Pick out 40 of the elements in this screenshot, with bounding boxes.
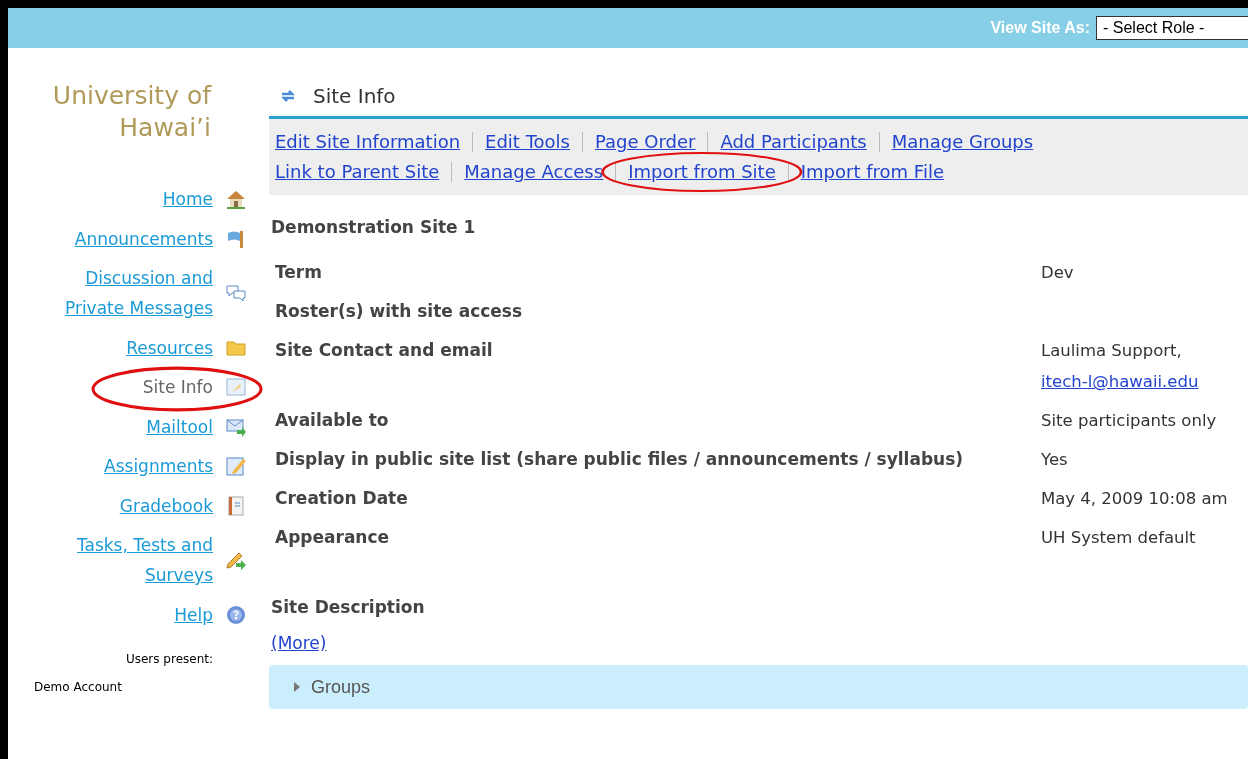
- view-site-as-label: View Site As:: [990, 19, 1090, 37]
- house-icon: [225, 188, 247, 210]
- groups-label: Groups: [311, 676, 371, 698]
- detail-value: Laulima Support,: [1041, 340, 1183, 362]
- users-present-label: Users present:: [124, 651, 214, 666]
- action-link[interactable]: Edit Tools: [485, 131, 570, 152]
- detail-value: UH System default: [1041, 527, 1197, 549]
- pencil-icon: [225, 455, 247, 477]
- detail-label: Term: [274, 261, 323, 284]
- section-heading: Site Description: [271, 597, 426, 617]
- detail-label: Available to: [274, 409, 390, 432]
- action-link[interactable]: Edit Site Information: [275, 131, 461, 152]
- detail-label: Appearance: [274, 526, 391, 549]
- action-link[interactable]: Manage Groups: [891, 131, 1034, 152]
- window-icon: [225, 376, 247, 398]
- role-select[interactable]: - Select Role -: [1096, 16, 1248, 40]
- email-link[interactable]: itech-l@hawaii.edu: [1041, 372, 1199, 391]
- action-link[interactable]: Manage Access: [464, 161, 604, 182]
- action-link[interactable]: Link to Parent Site: [275, 161, 440, 182]
- detail-value: Site participants only: [1041, 410, 1218, 432]
- detail-value: Yes: [1041, 449, 1069, 471]
- detail-label: Creation Date: [274, 487, 409, 510]
- detail-label: Site Contact and email: [274, 339, 494, 362]
- user-name: Demo Account: [33, 679, 123, 694]
- more-link[interactable]: (More): [271, 633, 327, 653]
- nav-link[interactable]: Discussion and Private Messages: [38, 263, 213, 323]
- groups-panel[interactable]: Groups: [269, 665, 1248, 709]
- action-link[interactable]: Add Participants: [720, 131, 867, 152]
- detail-value: May 4, 2009 10:08 am: [1041, 488, 1229, 510]
- chat-bubbles-icon: [225, 282, 247, 304]
- university-logo: University of Hawai’i: [51, 80, 213, 144]
- action-link[interactable]: Page Order: [595, 131, 696, 152]
- notebook-icon: [225, 494, 247, 517]
- tool-title: Site Info: [313, 84, 396, 108]
- site-name: Demonstration Site 1: [271, 217, 477, 237]
- detail-value: Dev: [1041, 262, 1075, 284]
- action-link[interactable]: Import from File: [800, 161, 944, 182]
- detail-label: Roster(s) with site access: [274, 300, 524, 323]
- help-icon: [225, 603, 247, 626]
- detail-label: Display in public site list (share public files / announcements / syllabus): [274, 448, 965, 471]
